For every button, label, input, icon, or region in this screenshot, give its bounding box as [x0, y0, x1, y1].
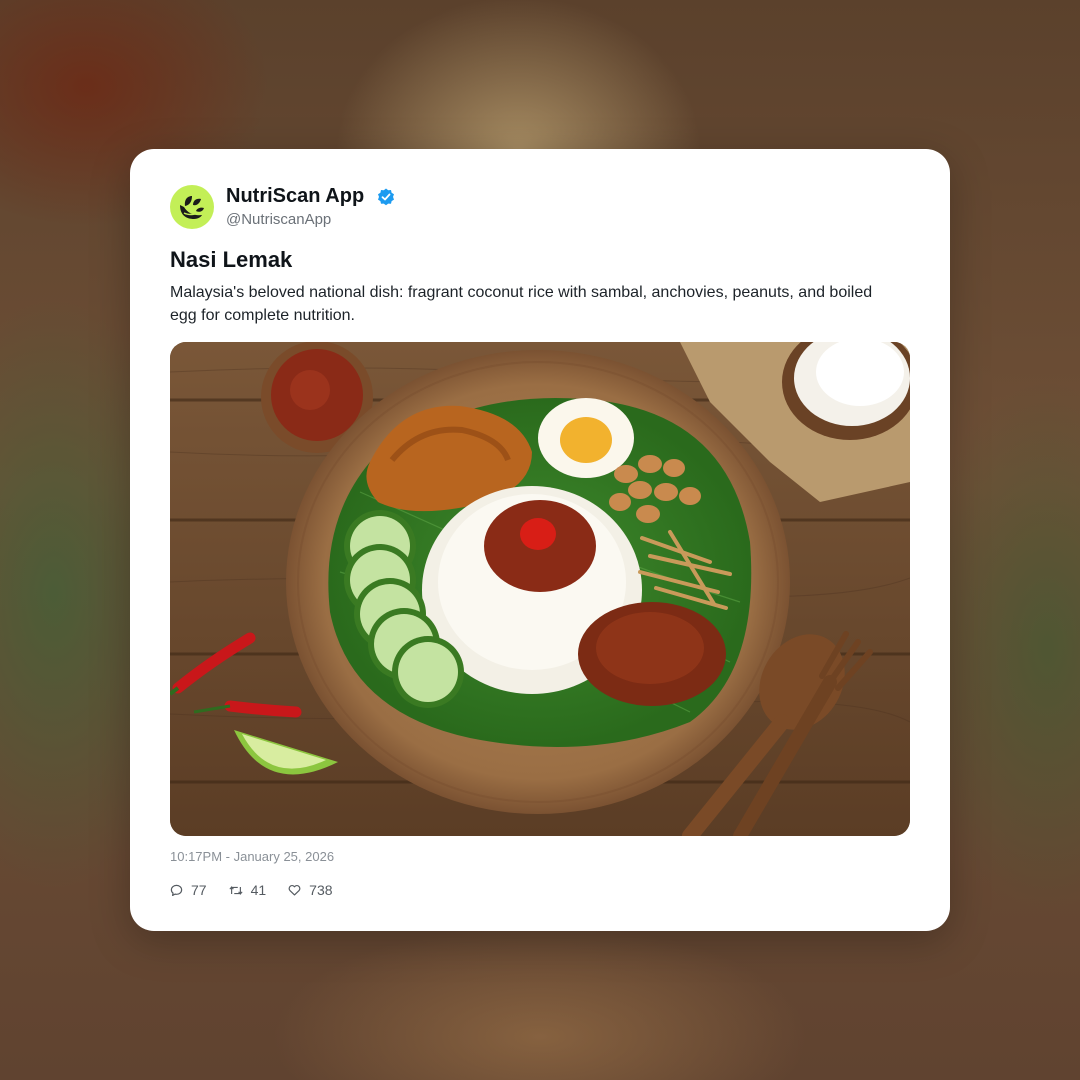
author-avatar[interactable] [170, 185, 214, 229]
retweet-icon [229, 885, 243, 895]
post-timestamp: 10:17PM - January 25, 2026 [170, 849, 335, 864]
engagement-bar: 77 41 738 [170, 880, 355, 900]
post-description: Malaysia's beloved national dish: fragra… [170, 284, 873, 324]
reply-button[interactable]: 77 [170, 882, 207, 898]
post-card: NutriScan App @NutriscanApp Nasi Lemak M… [130, 149, 950, 931]
leaf-logo-icon [180, 196, 204, 219]
nasi-lemak-photo[interactable] [170, 342, 910, 836]
reply-count: 77 [191, 882, 207, 898]
comment-icon [170, 884, 183, 896]
author-name[interactable]: NutriScan App [226, 185, 364, 208]
like-button[interactable]: 738 [288, 882, 333, 898]
like-count: 738 [309, 882, 333, 898]
heart-icon [288, 884, 301, 896]
post-title: Nasi Lemak [170, 247, 293, 272]
retweet-count: 41 [250, 882, 267, 898]
retweet-button[interactable]: 41 [229, 882, 267, 898]
author-handle[interactable]: @NutriscanApp [226, 211, 331, 228]
verified-badge-icon [378, 188, 394, 206]
